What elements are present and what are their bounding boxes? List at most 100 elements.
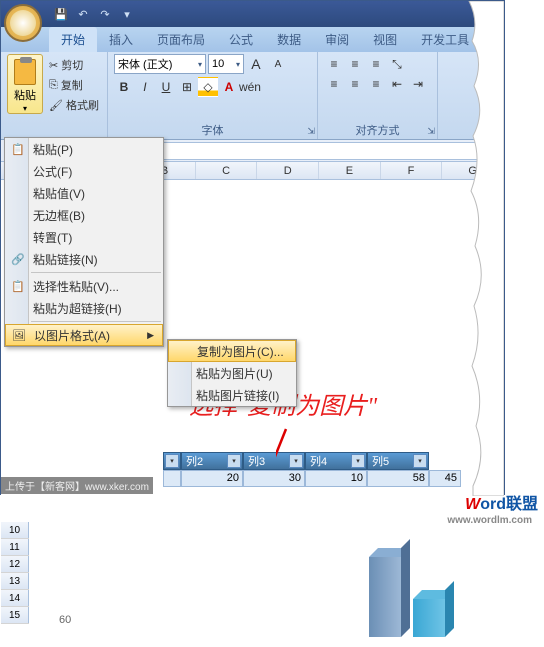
row-header[interactable]: 11 — [1, 539, 29, 555]
column-header[interactable]: D — [257, 162, 319, 179]
tab-data[interactable]: 数据 — [265, 27, 313, 52]
fill-color-button[interactable]: ◇ — [198, 77, 218, 97]
copy-button[interactable]: ⎘复制 — [47, 76, 101, 94]
menu-paste-hyperlink[interactable]: 粘贴为超链接(H) — [5, 297, 163, 319]
paste-label: 粘贴 — [14, 87, 36, 103]
menu-copy-as-picture[interactable]: 复制为图片(C)... — [168, 340, 296, 362]
dialog-launcher-icon[interactable]: ⇲ — [427, 126, 435, 137]
menu-paste-picture-link[interactable]: 粘贴图片链接(I) — [168, 384, 296, 406]
ribbon: 粘贴 ▾ ✂剪切 ⎘复制 🖌格式刷 宋体 (正文)▾ 10▾ A A B I U… — [1, 52, 504, 140]
table-cell[interactable]: 58 — [367, 470, 429, 487]
submenu-arrow-icon: ▶ — [147, 330, 154, 341]
undo-icon[interactable]: ↶ — [75, 6, 91, 22]
alignment-group-label: 对齐方式 — [318, 122, 437, 138]
table-column-header[interactable]: 列2▾ — [181, 452, 243, 470]
selected-table: ▾ 列2▾ 列3▾ 列4▾ 列5▾ 20 30 10 58 45 — [163, 452, 461, 487]
filter-button[interactable]: ▾ — [165, 454, 179, 468]
underline-button[interactable]: U — [156, 77, 176, 97]
grow-font-button[interactable]: A — [246, 54, 266, 74]
tab-home[interactable]: 开始 — [49, 27, 97, 52]
font-group: 宋体 (正文)▾ 10▾ A A B I U ⊞ ◇ A wén 字体 ⇲ — [108, 52, 318, 139]
copy-icon: ⎘ — [49, 79, 58, 92]
row-header[interactable]: 12 — [1, 556, 29, 572]
column-header[interactable]: E — [319, 162, 381, 179]
paste-button[interactable]: 粘贴 ▾ — [7, 54, 43, 114]
align-bottom-button[interactable]: ≡ — [366, 54, 386, 74]
align-top-button[interactable]: ≡ — [324, 54, 344, 74]
row-headers-visible: 10 11 12 13 14 15 — [1, 522, 29, 624]
align-right-button[interactable]: ≡ — [366, 74, 386, 94]
row-header[interactable]: 14 — [1, 590, 29, 606]
table-column-header[interactable]: 列4▾ — [305, 452, 367, 470]
paste-icon — [14, 59, 36, 85]
indent-inc-button[interactable]: ⇥ — [408, 74, 428, 94]
menu-no-border[interactable]: 无边框(B) — [5, 204, 163, 226]
menu-paste-value[interactable]: 粘贴值(V) — [5, 182, 163, 204]
embedded-chart[interactable] — [325, 552, 485, 647]
align-left-button[interactable]: ≡ — [324, 74, 344, 94]
row-header[interactable]: 13 — [1, 573, 29, 589]
column-header[interactable]: C — [196, 162, 258, 179]
menu-paste-special[interactable]: 📋选择性粘贴(V)... — [5, 275, 163, 297]
watermark-url: www.wordlm.com — [447, 515, 532, 526]
chevron-down-icon[interactable]: ▾ — [23, 104, 27, 113]
chevron-down-icon[interactable]: ▾ — [198, 60, 202, 69]
filter-button[interactable]: ▾ — [351, 454, 365, 468]
border-button[interactable]: ⊞ — [177, 77, 197, 97]
tab-view[interactable]: 视图 — [361, 27, 409, 52]
tab-review[interactable]: 审阅 — [313, 27, 361, 52]
menu-paste[interactable]: 📋粘贴(P) — [5, 138, 163, 160]
menu-formula[interactable]: 公式(F) — [5, 160, 163, 182]
font-size-select[interactable]: 10▾ — [208, 54, 244, 74]
office-button[interactable] — [4, 4, 42, 42]
table-cell[interactable] — [163, 470, 181, 487]
font-color-button[interactable]: A — [219, 77, 239, 97]
chevron-down-icon[interactable]: ▾ — [236, 60, 240, 69]
paste-icon: 📋 — [10, 143, 26, 156]
table-column-header[interactable]: 列3▾ — [243, 452, 305, 470]
tab-formula[interactable]: 公式 — [217, 27, 265, 52]
row-header[interactable]: 10 — [1, 522, 29, 538]
phonetic-button[interactable]: wén — [240, 77, 260, 97]
table-cell[interactable]: 45 — [429, 470, 461, 487]
orientation-button[interactable]: ⤡ — [387, 54, 407, 74]
menu-as-picture[interactable]: 🖼以图片格式(A)▶ — [5, 324, 163, 346]
shrink-font-button[interactable]: A — [268, 54, 288, 74]
menu-paste-as-picture[interactable]: 粘贴为图片(U) — [168, 362, 296, 384]
brush-icon: 🖌 — [49, 99, 63, 112]
italic-button[interactable]: I — [135, 77, 155, 97]
cut-button[interactable]: ✂剪切 — [47, 56, 101, 74]
chart-axis-label: 60 — [59, 614, 71, 626]
menu-paste-link[interactable]: 🔗粘贴链接(N) — [5, 248, 163, 270]
filter-button[interactable]: ▾ — [413, 454, 427, 468]
font-group-label: 字体 — [108, 122, 317, 138]
dialog-launcher-icon[interactable]: ⇲ — [307, 126, 315, 137]
ribbon-tabs: 开始 插入 页面布局 公式 数据 审阅 视图 开发工具 — [1, 27, 504, 52]
table-cell[interactable]: 30 — [243, 470, 305, 487]
paste-context-menu: 📋粘贴(P) 公式(F) 粘贴值(V) 无边框(B) 转置(T) 🔗粘贴链接(N… — [4, 137, 164, 347]
table-column-header[interactable]: ▾ — [163, 452, 181, 470]
format-painter-button[interactable]: 🖌格式刷 — [47, 96, 101, 114]
table-column-header[interactable]: 列5▾ — [367, 452, 429, 470]
tab-layout[interactable]: 页面布局 — [145, 27, 217, 52]
qat-dropdown-icon[interactable]: ▾ — [119, 6, 135, 22]
table-cell[interactable]: 20 — [181, 470, 243, 487]
redo-icon[interactable]: ↷ — [97, 6, 113, 22]
upload-credit: 上传于【新客网】www.xker.com — [1, 477, 153, 494]
indent-dec-button[interactable]: ⇤ — [387, 74, 407, 94]
tab-insert[interactable]: 插入 — [97, 27, 145, 52]
font-name-select[interactable]: 宋体 (正文)▾ — [114, 54, 206, 74]
column-header[interactable]: F — [381, 162, 443, 179]
watermark: Word联盟 www.wordlm.com — [465, 490, 538, 514]
filter-button[interactable]: ▾ — [289, 454, 303, 468]
align-middle-button[interactable]: ≡ — [345, 54, 365, 74]
menu-transpose[interactable]: 转置(T) — [5, 226, 163, 248]
save-icon[interactable]: 💾 — [53, 6, 69, 22]
row-header[interactable]: 15 — [1, 607, 29, 623]
table-cell[interactable]: 10 — [305, 470, 367, 487]
bold-button[interactable]: B — [114, 77, 134, 97]
formula-input[interactable] — [123, 142, 504, 160]
align-center-button[interactable]: ≡ — [345, 74, 365, 94]
picture-submenu: 复制为图片(C)... 粘贴为图片(U) 粘贴图片链接(I) — [167, 339, 297, 407]
filter-button[interactable]: ▾ — [227, 454, 241, 468]
